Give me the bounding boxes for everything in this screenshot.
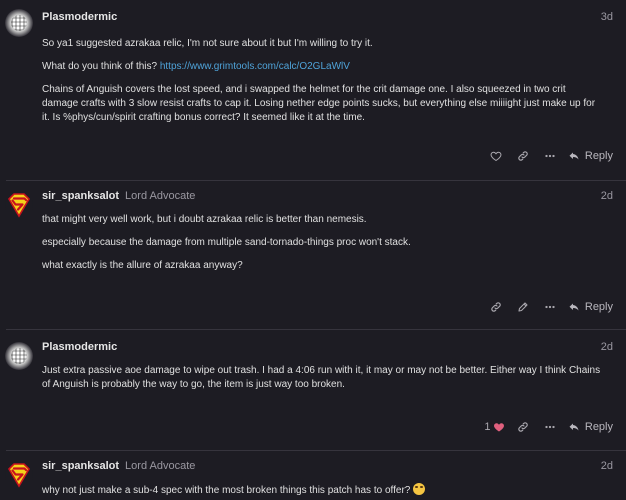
post-age[interactable]: 2d (601, 190, 613, 202)
superman-shield-icon (7, 463, 31, 488)
post-body: Just extra passive aoe damage to wipe ou… (42, 364, 602, 401)
reply-button[interactable]: Reply (568, 421, 613, 433)
reply-label: Reply (584, 150, 613, 162)
ellipsis-icon (545, 154, 556, 158)
more-actions-button[interactable] (537, 419, 564, 435)
post-body: that might very well work, but i doubt a… (42, 213, 602, 282)
ellipsis-icon (545, 425, 556, 429)
reply-icon (569, 423, 579, 431)
topic-thread: Plasmodermic 3d So ya1 suggested azrakaa… (0, 0, 626, 500)
post-paragraph: especially because the damage from multi… (42, 237, 411, 248)
post-paragraph: Just extra passive aoe damage to wipe ou… (42, 365, 601, 390)
avatar[interactable] (5, 461, 33, 489)
post: sir_spanksalot Lord Advocate 2d that migh… (0, 181, 626, 329)
post-paragraph: what exactly is the allure of azrakaa an… (42, 260, 243, 271)
like-button[interactable] (483, 148, 510, 164)
reply-button[interactable]: Reply (568, 301, 613, 313)
username-text: sir_spanksalot (42, 460, 120, 472)
post-paragraph: Chains of Anguish covers the lost speed,… (42, 84, 596, 123)
copy-link-button[interactable] (510, 419, 537, 435)
username[interactable]: Plasmodermic (42, 11, 117, 23)
reply-icon (569, 303, 579, 311)
reply-label: Reply (584, 421, 613, 433)
avatar[interactable] (5, 191, 33, 219)
heart-icon (490, 151, 502, 162)
avatar[interactable] (5, 342, 33, 370)
username[interactable]: sir_spanksalot Lord Advocate (42, 190, 195, 202)
avatar[interactable] (5, 9, 33, 37)
reply-label: Reply (584, 301, 613, 313)
post-age[interactable]: 2d (601, 460, 613, 472)
more-actions-button[interactable] (537, 148, 564, 164)
heart-icon (494, 423, 505, 432)
post-actions: 1 Reply (480, 419, 613, 435)
copy-link-button[interactable] (510, 148, 537, 164)
reply-button[interactable]: Reply (568, 150, 613, 162)
post-actions: Reply (483, 148, 613, 164)
post: Plasmodermic 2d Just extra passive aoe d… (0, 330, 626, 450)
username[interactable]: sir_spanksalot Lord Advocate (42, 460, 195, 472)
rofl-emoji-icon (413, 483, 426, 495)
ellipsis-icon (545, 305, 556, 309)
superman-shield-icon (7, 193, 31, 218)
post-paragraph: So ya1 suggested azrakaa relic, I'm not … (42, 38, 373, 49)
pencil-icon (518, 302, 528, 312)
link-icon (518, 151, 529, 161)
edit-button[interactable] (510, 299, 537, 315)
post-body: So ya1 suggested azrakaa relic, I'm not … (42, 37, 602, 134)
link-icon (518, 422, 529, 432)
post: Plasmodermic 3d So ya1 suggested azrakaa… (0, 0, 626, 180)
user-title: Lord Advocate (125, 190, 196, 202)
post-text: What do you think of this? (42, 61, 160, 72)
username[interactable]: Plasmodermic (42, 341, 117, 353)
post-paragraph: What do you think of this? https://www.g… (42, 60, 602, 74)
like-count: 1 (484, 421, 491, 433)
post-paragraph: that might very well work, but i doubt a… (42, 214, 367, 225)
post: sir_spanksalot Lord Advocate 2d why not j… (0, 451, 626, 500)
copy-link-button[interactable] (483, 299, 510, 315)
more-actions-button[interactable] (537, 299, 564, 315)
user-title: Lord Advocate (125, 460, 196, 472)
like-button[interactable]: 1 (480, 421, 510, 433)
post-body: why not just make a sub-4 spec with the … (42, 483, 602, 500)
username-text: sir_spanksalot (42, 190, 120, 202)
reply-icon (569, 152, 579, 160)
post-age[interactable]: 3d (601, 11, 613, 23)
post-paragraph: why not just make a sub-4 spec with the … (42, 483, 602, 498)
post-age[interactable]: 2d (601, 341, 613, 353)
post-actions: Reply (483, 299, 613, 315)
post-text: why not just make a sub-4 spec with the … (42, 485, 414, 496)
post-link[interactable]: https://www.grimtools.com/calc/O2GLaWlV (160, 61, 350, 72)
link-icon (491, 302, 502, 312)
